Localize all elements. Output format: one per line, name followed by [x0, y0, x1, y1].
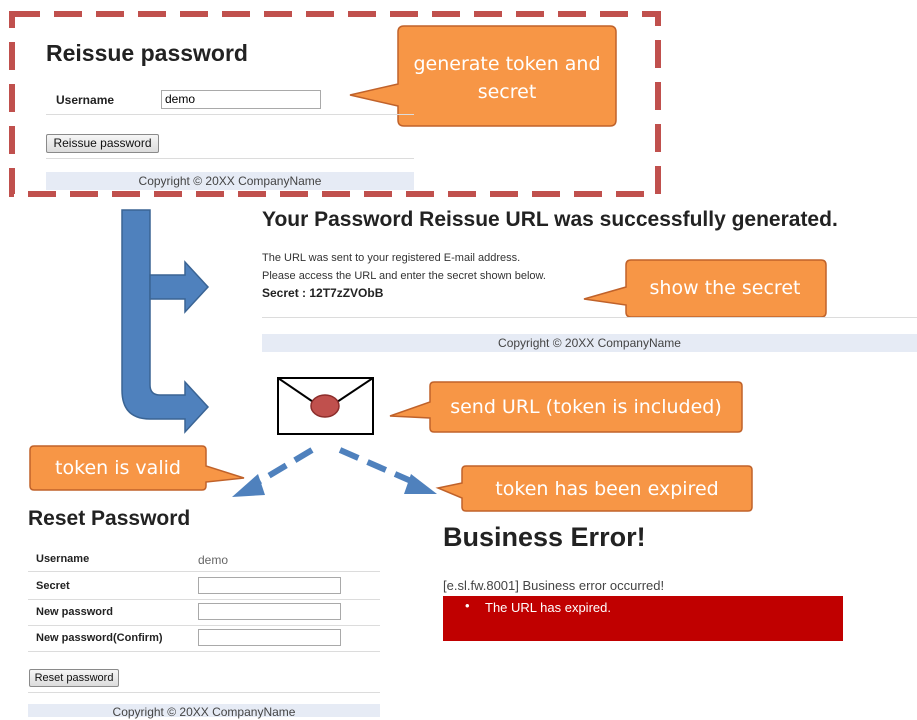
reset-new-password-label: New password — [36, 606, 114, 618]
reset-confirm-label: New password(Confirm) — [36, 632, 163, 644]
dashed-arrow-expired — [338, 447, 420, 487]
divider — [28, 571, 380, 572]
envelope-icon — [277, 377, 374, 435]
success-line2: Please access the URL and enter the secr… — [262, 270, 546, 282]
callout-token-expired-text: token has been expired — [495, 478, 719, 500]
success-line1: The URL was sent to your registered E-ma… — [262, 252, 521, 264]
reissue-password-button[interactable]: Reissue password — [46, 134, 159, 153]
callout-generate-text: generate token and secret — [413, 53, 601, 103]
reissue-title: Reissue password — [46, 40, 248, 66]
divider — [28, 599, 380, 600]
reissue-footer: Copyright © 20XX CompanyName — [46, 172, 414, 190]
reset-secret-input[interactable] — [198, 577, 341, 594]
flow-arrow — [121, 209, 210, 434]
callout-token-valid-text: token is valid — [55, 457, 181, 479]
callout-send-url-text: send URL (token is included) — [450, 396, 722, 418]
reset-title: Reset Password — [28, 507, 191, 530]
divider — [262, 317, 917, 318]
reissue-username-label: Username — [56, 93, 115, 107]
reissue-username-input[interactable]: demo — [161, 90, 321, 109]
error-panel: • The URL has expired. — [443, 596, 843, 641]
divider — [28, 692, 380, 693]
reset-username-label: Username — [36, 553, 90, 565]
error-detail: The URL has expired. — [485, 600, 611, 615]
divider — [46, 114, 414, 115]
error-message: [e.sl.fw.8001] Business error occurred! — [443, 578, 665, 593]
divider — [28, 625, 380, 626]
success-footer: Copyright © 20XX CompanyName — [262, 334, 917, 352]
reset-username-value: demo — [198, 553, 229, 567]
divider — [28, 651, 380, 652]
divider — [46, 158, 414, 159]
reset-confirm-input[interactable] — [198, 629, 341, 646]
reset-secret-label: Secret — [36, 580, 70, 592]
reset-password-button[interactable]: Reset password — [29, 669, 119, 687]
success-secret: Secret : 12T7zZVObB — [262, 286, 384, 300]
success-title: Your Password Reissue URL was successful… — [262, 208, 838, 231]
error-bullet: • — [465, 598, 470, 613]
error-title: Business Error! — [443, 522, 646, 552]
reset-footer: Copyright © 20XX CompanyName — [28, 704, 380, 719]
callout-show-secret-text: show the secret — [649, 277, 801, 299]
reset-new-password-input[interactable] — [198, 603, 341, 620]
